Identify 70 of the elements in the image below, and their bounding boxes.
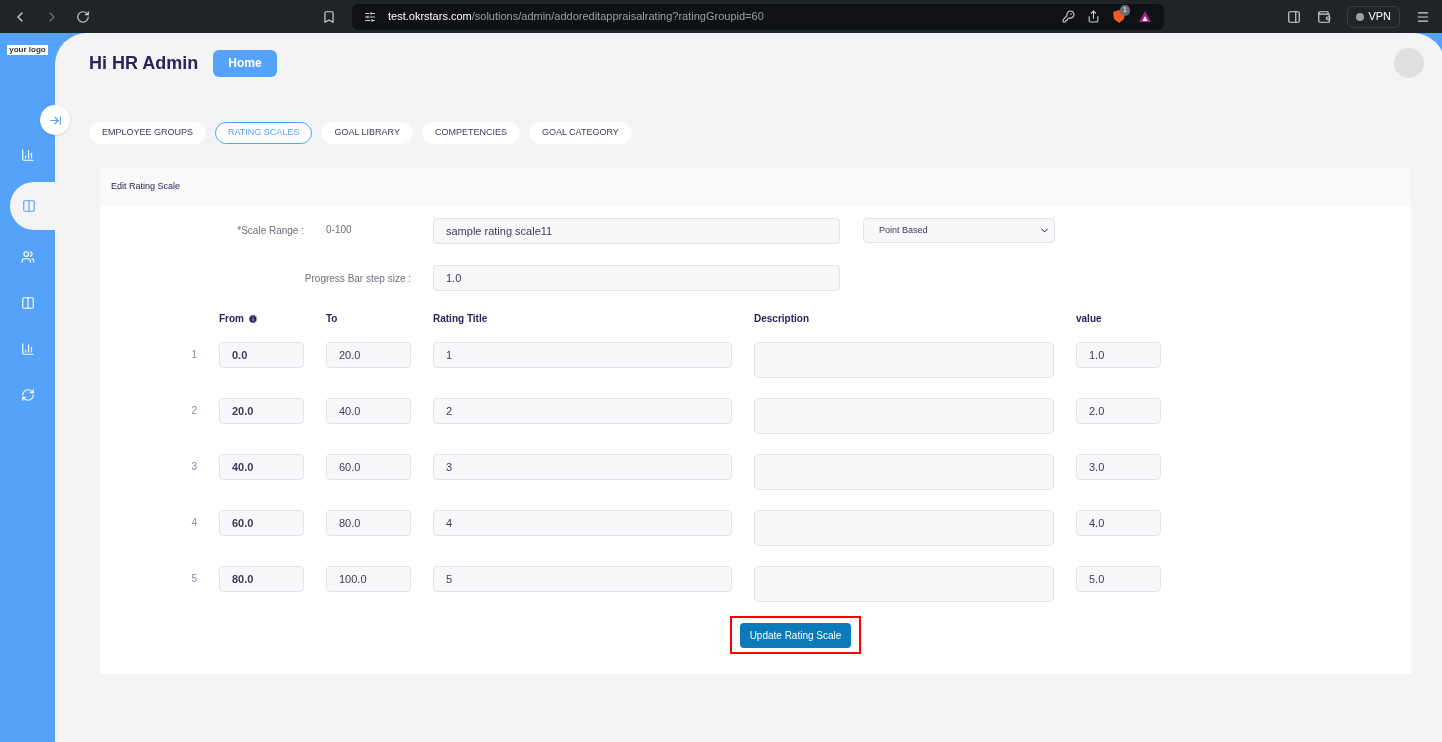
row-number: 3 [190, 460, 197, 474]
triangle-icon[interactable] [1138, 10, 1152, 23]
description-field[interactable] [754, 398, 1054, 434]
from-field[interactable]: 20.0 [219, 398, 304, 424]
from-field[interactable]: 0.0 [219, 342, 304, 368]
nav-icon [20, 148, 35, 162]
rating-title-field[interactable]: 3 [433, 454, 732, 480]
to-field[interactable]: 100.0 [326, 566, 411, 592]
value-field[interactable]: 3.0 [1076, 454, 1161, 480]
share-icon[interactable] [1087, 10, 1100, 23]
scale-name-field[interactable]: sample rating scale11 [433, 218, 840, 244]
value-field[interactable]: 5.0 [1076, 566, 1161, 592]
info-icon[interactable] [248, 313, 258, 324]
sidebar-toggle-icon[interactable] [1287, 9, 1302, 24]
key-icon[interactable] [1062, 10, 1075, 23]
site-settings-icon[interactable] [364, 10, 376, 23]
collapse-button[interactable] [40, 105, 70, 135]
column-header: value [1076, 312, 1103, 326]
from-field[interactable]: 60.0 [219, 510, 304, 536]
to-field[interactable]: 80.0 [326, 510, 411, 536]
field-label: Progress Bar step size : [303, 271, 411, 286]
rating-title-field[interactable]: 4 [433, 510, 732, 536]
description-field[interactable] [754, 510, 1054, 546]
vpn-button[interactable]: VPN [1347, 5, 1400, 28]
menu-icon[interactable] [1416, 9, 1430, 24]
collapse-icon [48, 113, 62, 127]
description-field[interactable] [754, 454, 1054, 490]
tab[interactable]: GOAL LIBRARY [321, 122, 413, 144]
rating-title-field[interactable]: 1 [433, 342, 732, 368]
bookmark-icon[interactable] [322, 9, 336, 24]
sidebar-item[interactable] [10, 182, 55, 230]
tab[interactable]: EMPLOYEE GROUPS [89, 122, 207, 144]
step-size-field[interactable]: 1.0 [433, 265, 840, 291]
row-number: 5 [190, 572, 197, 586]
row-number: 1 [190, 348, 197, 362]
nav-icon [20, 250, 35, 264]
column-header: Rating Title [433, 312, 489, 326]
row-number: 4 [190, 516, 197, 530]
nav-icon [20, 342, 35, 356]
rating-title-field[interactable]: 5 [433, 566, 732, 592]
from-field[interactable]: 40.0 [219, 454, 304, 480]
value-field[interactable]: 2.0 [1076, 398, 1161, 424]
to-field[interactable]: 60.0 [326, 454, 411, 480]
description-field[interactable] [754, 342, 1054, 378]
scale-range-value: 0-100 [326, 223, 353, 237]
rating-title-field[interactable]: 2 [433, 398, 732, 424]
row-number: 2 [190, 404, 197, 418]
nav-icon [20, 296, 35, 310]
greeting: Hi HR Admin [89, 51, 199, 75]
field-label: *Scale Range : [236, 224, 304, 238]
column-header: Description [754, 312, 810, 326]
column-header: To [326, 312, 339, 326]
description-field[interactable] [754, 566, 1054, 602]
from-field[interactable]: 80.0 [219, 566, 304, 592]
to-field[interactable]: 40.0 [326, 398, 411, 424]
to-field[interactable]: 20.0 [326, 342, 411, 368]
logo: your logo [7, 45, 48, 55]
scale-type-select[interactable]: Point Based [863, 218, 1055, 243]
nav-icon [20, 388, 35, 402]
tab[interactable]: COMPETENCIES [421, 122, 520, 144]
value-field[interactable]: 4.0 [1076, 510, 1161, 536]
tab[interactable]: GOAL CATEGORY [528, 122, 632, 144]
nav-icon [22, 199, 36, 213]
url-text: test.okrstars.com/solutions/admin/addoreditappraisalrating?ratingGroupid=60 [388, 9, 764, 25]
card-title: Edit Rating Scale [111, 180, 181, 194]
reload-icon[interactable] [76, 9, 90, 24]
column-header: From [219, 312, 244, 326]
wallet-icon[interactable] [1317, 9, 1332, 24]
value-field[interactable]: 1.0 [1076, 342, 1161, 368]
update-button[interactable]: Update Rating Scale [739, 623, 852, 648]
